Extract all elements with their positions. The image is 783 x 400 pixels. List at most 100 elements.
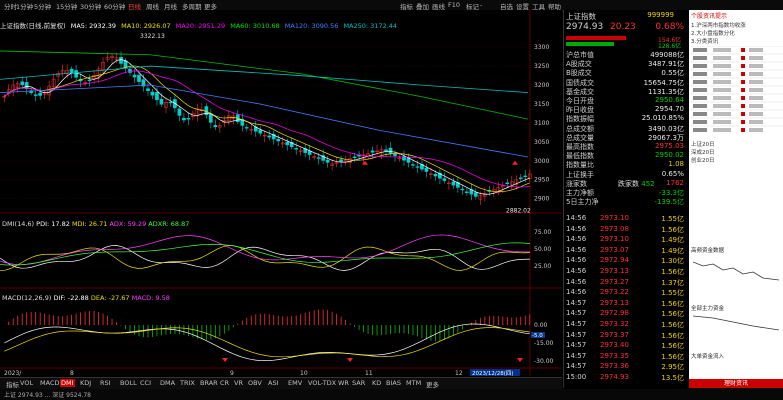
dmi-axis-label: 50.00 bbox=[534, 246, 551, 253]
quote-row-value: -139.5亿 bbox=[654, 198, 684, 207]
indicator-tab-1[interactable]: VOL bbox=[20, 379, 33, 387]
indicator-tab-17[interactable]: WR bbox=[338, 379, 349, 387]
quote-row: 最低指数 2950.02 bbox=[566, 151, 686, 160]
tick-row: 14:56 2973.08 1.56亿 bbox=[566, 225, 686, 234]
indicator-tab-15[interactable]: EMV bbox=[288, 379, 302, 387]
quote-code: 999999 bbox=[647, 11, 674, 19]
macd-dif: DIF: -22.88 bbox=[53, 294, 89, 302]
tick-price: 2973.35 bbox=[600, 351, 629, 360]
quote-row-label: 5日主力净 bbox=[566, 198, 599, 207]
quote-title-row: 上证指数 999999 bbox=[566, 11, 686, 21]
tick-price: 2973.37 bbox=[600, 330, 629, 339]
news-item-2[interactable]: 2.大小盘指数分化 bbox=[691, 29, 735, 37]
quote-row: 上证换手 0.65% bbox=[566, 170, 686, 179]
indicator-tab-22[interactable]: 更多 bbox=[426, 379, 439, 389]
tick-row: 14:57 2973.36 2.95亿 bbox=[566, 362, 686, 371]
price-axis-label: 3050 bbox=[534, 139, 549, 146]
tick-row: 14:57 2973.13 1.56亿 bbox=[566, 299, 686, 308]
dmi-pdi: PDI: 17.82 bbox=[36, 220, 70, 228]
indicator-tab-12[interactable]: VR bbox=[234, 379, 243, 387]
news-header: 个股资讯提示 bbox=[691, 13, 728, 20]
quote-row: 总成交量 29067.3万 bbox=[566, 133, 686, 142]
tick-volume: 1.56亿 bbox=[661, 225, 684, 234]
x-label-cursor: 2023/12/28(四) bbox=[472, 370, 514, 376]
quote-row: 指数振幅 25.010.85% bbox=[566, 114, 686, 123]
kline-chart-area[interactable]: 上证指数(日线,前复权) MA5: 2932.39 MA10: 2926.07 … bbox=[0, 10, 562, 376]
indicator-tab-14[interactable]: ASI bbox=[268, 379, 279, 387]
x-label: 9 bbox=[230, 370, 234, 376]
macd-value: MACD: 9.58 bbox=[131, 294, 170, 302]
tick-time: 14:57 bbox=[566, 309, 587, 318]
menu-item-16[interactable]: - bbox=[480, 1, 482, 9]
quote-row-value: 1.08 bbox=[668, 160, 684, 169]
dmi-adxr: ADXR: 68.87 bbox=[148, 220, 190, 228]
tick-price: 2973.27 bbox=[600, 277, 629, 286]
indicator-tab-13[interactable]: OBV bbox=[248, 379, 262, 387]
mini-chart-1 bbox=[693, 261, 779, 281]
price-axis-label: 2900 bbox=[534, 196, 549, 203]
indicator-tab-0[interactable]: 指标 bbox=[6, 379, 19, 389]
brand-footer[interactable]: 理财资讯 bbox=[689, 379, 783, 388]
tick-volume: 1.56亿 bbox=[661, 331, 684, 340]
quote-row: 国债成交 15654.75亿 bbox=[566, 78, 686, 87]
indicator-tab-18[interactable]: SAR bbox=[352, 379, 365, 387]
tick-price: 2973.40 bbox=[600, 341, 629, 350]
price-axis-label: 3200 bbox=[534, 82, 549, 89]
tick-time: 14:56 bbox=[566, 235, 587, 244]
low-annotation: 2882.02 bbox=[506, 207, 531, 214]
tick-time: 14:57 bbox=[566, 341, 587, 350]
quote-row: 昨日收盘 2954.70 bbox=[566, 105, 686, 114]
price-axis-label: 3300 bbox=[534, 44, 549, 51]
indicator-tab-4[interactable]: KDJ bbox=[80, 379, 91, 387]
price-axis-label: 3150 bbox=[534, 101, 549, 108]
quote-row: 总成交额 3490.03亿 bbox=[566, 124, 686, 133]
tick-volume: 1.37亿 bbox=[661, 278, 684, 287]
market-row-3: 创业20日 bbox=[691, 158, 715, 164]
tick-time: 14:56 bbox=[566, 288, 587, 297]
x-label: 8 bbox=[70, 370, 74, 376]
price-axis-label: 3000 bbox=[534, 158, 549, 165]
mini-chart-2 bbox=[693, 315, 779, 331]
indicator-tab-11[interactable]: CR bbox=[220, 379, 229, 387]
indicator-tab-19[interactable]: KD bbox=[372, 379, 381, 387]
indicator-tabs: 指标 VOL MACD DMI KDJ RSI BOLL CCI DMA TRIX BRAR CR VR… bbox=[0, 377, 562, 389]
indicator-tab-5[interactable]: RSI bbox=[100, 379, 111, 387]
tick-row: 14:56 2973.10 1.55亿 bbox=[566, 214, 686, 223]
dmi-legend: DMI(14,6) PDI: 17.82 MDI: 26.71 ADX: 59.… bbox=[2, 220, 189, 228]
tick-row: 14:57 2972.98 1.56亿 bbox=[566, 309, 686, 318]
indicator-tab-6[interactable]: BOLL bbox=[120, 379, 137, 387]
tick-time: 15:00 bbox=[566, 373, 587, 381]
indicator-tab-20[interactable]: BIAS bbox=[386, 379, 401, 387]
news-item-3[interactable]: 3.分类资讯 bbox=[691, 37, 718, 45]
status-left: 上证 2974.93 ... 深证 9524.78 bbox=[4, 392, 91, 399]
price-axis-label: 3250 bbox=[534, 63, 549, 70]
menu-item-14[interactable]: F10 bbox=[448, 1, 460, 9]
tick-price: 2972.94 bbox=[600, 256, 629, 265]
indicator-tab-10[interactable]: BRAR bbox=[200, 379, 218, 387]
indicator-tab-7[interactable]: CCI bbox=[140, 379, 151, 387]
tick-volume: 1.56亿 bbox=[661, 352, 684, 361]
indicator-tab-9[interactable]: TRIX bbox=[180, 379, 195, 387]
news-item-1[interactable]: 1.沪深两市指数均收涨 bbox=[691, 21, 746, 29]
indicator-tab-8[interactable]: DMA bbox=[160, 379, 175, 387]
x-label: 11 bbox=[365, 370, 373, 376]
tick-row: 14:56 2973.10 1.49亿 bbox=[566, 235, 686, 244]
quote-row: 今日开盘 2950.64 bbox=[566, 96, 686, 105]
dmi-axis-label: 75.00 bbox=[534, 229, 551, 236]
tick-price: 2974.93 bbox=[600, 373, 629, 381]
indicator-tab-2[interactable]: MACD bbox=[40, 379, 59, 387]
tick-volume: 1.55亿 bbox=[661, 289, 684, 298]
quote-row-value: 2954.70 bbox=[655, 105, 684, 114]
indicator-tab-16[interactable]: VOL-TDX bbox=[308, 379, 336, 387]
section-title-2: 全部主力资金 bbox=[691, 306, 725, 312]
tick-row: 14:57 2973.32 1.56亿 bbox=[566, 320, 686, 329]
quote-row: 指数量比 1.08 bbox=[566, 160, 686, 169]
tick-volume: 1.56亿 bbox=[661, 268, 684, 276]
indicator-tab-21[interactable]: MTM bbox=[406, 379, 421, 387]
indicator-tab-3[interactable]: DMI bbox=[60, 379, 75, 387]
section-title-1: 高频资金数据 bbox=[691, 248, 725, 254]
status-bar: 上证 2974.93 ... 深证 9524.78 bbox=[0, 389, 783, 400]
macd-marker: -5.0 bbox=[532, 333, 543, 339]
quote-row: 5日主力净 -139.5亿 bbox=[566, 197, 686, 206]
quote-row: B股成交 0.55亿 bbox=[566, 68, 686, 77]
